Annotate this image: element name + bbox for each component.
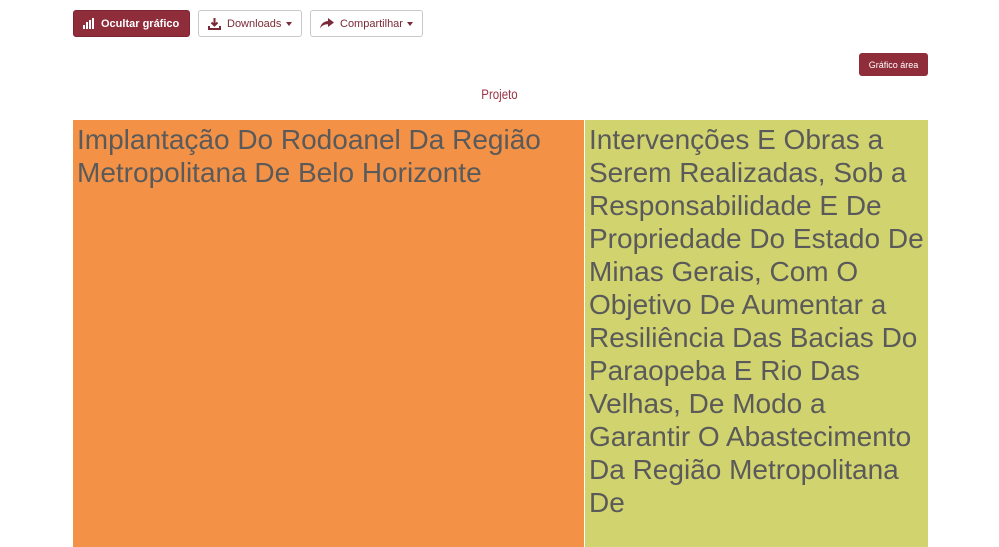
chevron-down-icon xyxy=(407,21,413,26)
chevron-down-icon xyxy=(286,21,292,26)
hide-chart-button[interactable]: Ocultar gráfico xyxy=(73,10,190,37)
downloads-button[interactable]: Downloads xyxy=(198,10,302,37)
chart-title: Projeto xyxy=(481,86,518,102)
downloads-label: Downloads xyxy=(227,17,282,30)
download-icon xyxy=(208,17,221,30)
share-label: Compartilhar xyxy=(340,17,403,30)
treemap-cell-label: Intervenções E Obras a Serem Realizadas,… xyxy=(589,124,924,518)
area-chart-button[interactable]: Gráfico área xyxy=(859,53,928,76)
share-button[interactable]: Compartilhar xyxy=(310,10,423,37)
share-icon xyxy=(320,18,334,29)
treemap-cell[interactable]: Implantação Do Rodoanel Da Região Metrop… xyxy=(73,120,584,547)
bar-chart-icon xyxy=(83,18,95,29)
treemap-chart: Implantação Do Rodoanel Da Região Metrop… xyxy=(73,120,928,547)
treemap-cell[interactable]: Intervenções E Obras a Serem Realizadas,… xyxy=(584,120,928,547)
treemap-cell-label: Implantação Do Rodoanel Da Região Metrop… xyxy=(77,124,541,188)
toolbar: Ocultar gráfico Downloads Compartilhar xyxy=(73,10,423,37)
hide-chart-label: Ocultar gráfico xyxy=(101,17,180,30)
